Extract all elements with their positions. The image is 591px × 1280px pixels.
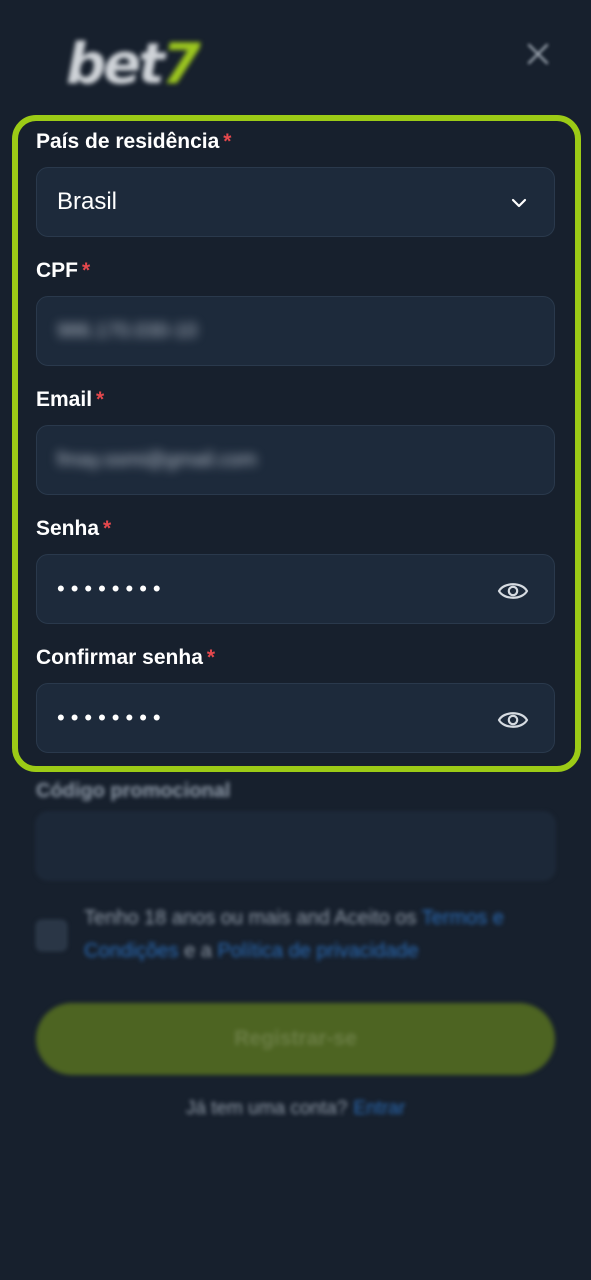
country-value: Brasil [57,188,118,215]
required-mark: * [206,646,216,669]
country-select[interactable]: Brasil [36,167,555,237]
confirm-password-label: Confirmar senha * [36,646,216,669]
eye-icon[interactable] [496,574,530,608]
close-button[interactable] [522,38,554,70]
login-prompt: Já tem uma conta? Entrar [185,1098,406,1119]
register-button[interactable]: Registrar-se [36,1003,555,1075]
promo-code-label: Código promocional [36,780,231,802]
email-value: fmay.ssmi@gmail.com [57,448,257,471]
cpf-input[interactable]: 986.170.030-10 [36,296,555,366]
password-label: Senha * [36,517,112,540]
close-icon [527,43,549,65]
login-link[interactable]: Entrar [353,1098,405,1119]
cpf-value: 986.170.030-10 [57,319,198,342]
brand-logo: bet7 [66,32,201,97]
eye-icon[interactable] [496,703,530,737]
chevron-down-icon [511,198,527,208]
lower-form-section: Código promocional Tenho 18 anos ou mais… [0,772,591,1280]
password-value: •••••••• [57,576,167,601]
privacy-link[interactable]: Política de privacidade [217,940,418,962]
confirm-password-input[interactable]: •••••••• [36,683,555,753]
header: bet7 [0,0,591,110]
email-label: Email * [36,388,105,411]
terms-text: Tenho 18 anos ou mais and Aceito os Term… [84,907,504,962]
email-input[interactable]: fmay.ssmi@gmail.com [36,425,555,495]
required-mark: * [82,259,91,282]
terms-checkbox[interactable] [36,920,67,951]
required-mark: * [103,517,112,540]
password-input[interactable]: •••••••• [36,554,555,624]
cpf-label: CPF * [36,259,91,282]
confirm-password-value: •••••••• [57,705,167,730]
country-label: País de residência * [36,130,232,153]
required-mark: * [96,388,105,411]
required-mark: * [223,130,232,153]
promo-code-input[interactable] [36,812,555,880]
